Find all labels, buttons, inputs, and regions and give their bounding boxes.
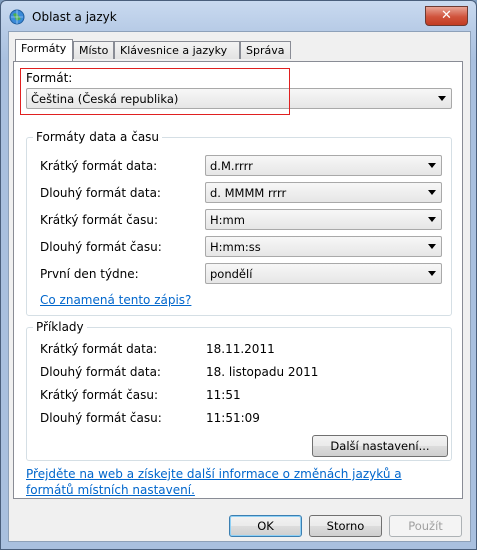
tab-label: Místo: [79, 44, 109, 57]
ok-label: OK: [257, 519, 274, 533]
chevron-down-icon: [428, 244, 436, 249]
cancel-button[interactable]: Storno: [309, 515, 382, 537]
long-time-label: Dlouhý formát času:: [40, 240, 162, 254]
tab-location[interactable]: Místo: [73, 41, 114, 59]
chevron-down-icon: [428, 190, 436, 195]
tab-formats[interactable]: Formáty: [15, 39, 73, 61]
ok-button[interactable]: OK: [229, 515, 302, 537]
example-long-date-value: 18. listopadu 2011: [206, 365, 319, 379]
format-label: Formát:: [26, 71, 73, 85]
chevron-down-icon: [428, 271, 436, 276]
example-long-time-label: Dlouhý formát času:: [40, 411, 162, 425]
chevron-down-icon: [438, 96, 446, 101]
chevron-down-icon: [428, 163, 436, 168]
long-date-select[interactable]: d. MMMM rrrr: [205, 182, 442, 203]
first-day-label: První den týdne:: [40, 267, 139, 281]
format-help-link[interactable]: Co znamená tento zápis?: [40, 293, 191, 307]
tab-keyboards-languages[interactable]: Klávesnice a jazyky: [114, 41, 240, 59]
first-day-value: pondělí: [210, 267, 253, 281]
title-bar[interactable]: Oblast a jazyk ✕: [1, 1, 476, 31]
example-short-time-label: Krátký formát času:: [40, 388, 159, 402]
short-time-select[interactable]: H:mm: [205, 209, 442, 230]
dialog-client-area: Formáty Místo Klávesnice a jazyky Správa…: [8, 31, 471, 542]
short-date-select[interactable]: d.M.rrrr: [205, 155, 442, 176]
short-time-label: Krátký formát času:: [40, 213, 159, 227]
cancel-label: Storno: [326, 519, 365, 533]
more-settings-button[interactable]: Další nastavení...: [312, 435, 448, 457]
example-long-date-label: Dlouhý formát data:: [40, 365, 161, 379]
short-date-label: Krátký formát data:: [40, 159, 158, 173]
formats-panel: Formát: Čeština (Česká republika) Formát…: [13, 61, 463, 499]
tab-administrative[interactable]: Správa: [240, 41, 291, 59]
tab-label: Formáty: [21, 42, 67, 55]
example-short-time-value: 11:51: [206, 388, 241, 402]
apply-button[interactable]: Použít: [389, 515, 462, 537]
group-title: Příklady: [33, 320, 87, 334]
apply-label: Použít: [408, 519, 443, 533]
tab-label: Správa: [246, 44, 285, 57]
window-title: Oblast a jazyk: [32, 10, 117, 24]
example-long-time-value: 11:51:09: [206, 411, 260, 425]
example-short-date-value: 18.11.2011: [206, 342, 275, 356]
first-day-select[interactable]: pondělí: [205, 263, 442, 284]
format-select-value: Čeština (Česká republika): [31, 92, 179, 106]
globe-icon: [9, 9, 25, 25]
web-info-link[interactable]: Přejděte na web a získejte další informa…: [26, 466, 446, 498]
long-date-label: Dlouhý formát data:: [40, 186, 161, 200]
chevron-down-icon: [428, 217, 436, 222]
more-settings-label: Další nastavení...: [330, 439, 430, 453]
tab-label: Klávesnice a jazyky: [120, 44, 228, 57]
close-button[interactable]: ✕: [425, 6, 468, 26]
example-short-date-label: Krátký formát data:: [40, 342, 158, 356]
long-time-value: H:mm:ss: [210, 240, 261, 254]
format-select[interactable]: Čeština (Česká republika): [26, 88, 452, 109]
long-time-select[interactable]: H:mm:ss: [205, 236, 442, 257]
short-date-value: d.M.rrrr: [210, 159, 253, 173]
group-title: Formáty data a času: [33, 130, 163, 144]
close-icon: ✕: [441, 8, 452, 23]
short-time-value: H:mm: [210, 213, 245, 227]
dialog-window: Oblast a jazyk ✕ Formáty Místo Klávesnic…: [0, 0, 477, 550]
long-date-value: d. MMMM rrrr: [210, 186, 287, 200]
